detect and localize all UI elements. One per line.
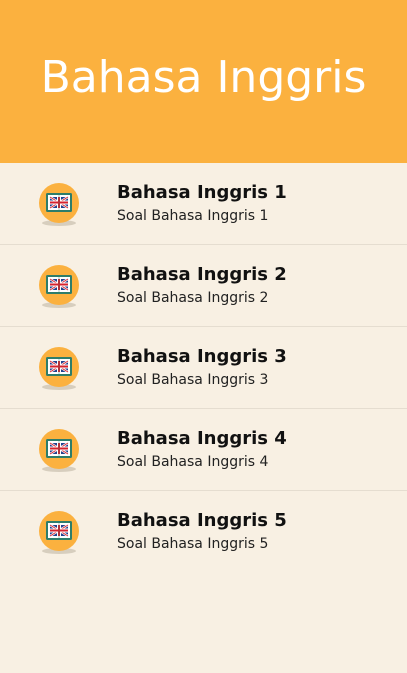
list-item-4[interactable]: Bahasa Inggris 4 Soal Bahasa Inggris 4 [0, 409, 407, 491]
item-subtitle: Soal Bahasa Inggris 3 [117, 372, 269, 388]
app-header: Bahasa Inggris [0, 0, 407, 163]
uk-book-icon [37, 346, 81, 390]
list-item-3[interactable]: Bahasa Inggris 3 Soal Bahasa Inggris 3 [0, 327, 407, 409]
item-subtitle: Soal Bahasa Inggris 2 [117, 290, 269, 306]
item-subtitle: Soal Bahasa Inggris 5 [117, 536, 269, 552]
list-item-1[interactable]: Bahasa Inggris 1 Soal Bahasa Inggris 1 [0, 163, 407, 245]
uk-book-icon [37, 182, 81, 226]
list-item-5[interactable]: Bahasa Inggris 5 Soal Bahasa Inggris 5 [0, 491, 407, 573]
item-text: Bahasa Inggris 4 Soal Bahasa Inggris 4 [117, 428, 287, 472]
item-title: Bahasa Inggris 5 [117, 510, 287, 531]
item-text: Bahasa Inggris 2 Soal Bahasa Inggris 2 [117, 264, 287, 308]
uk-book-icon [37, 510, 81, 554]
item-subtitle: Soal Bahasa Inggris 4 [117, 454, 269, 470]
uk-book-icon [37, 428, 81, 472]
item-text: Bahasa Inggris 3 Soal Bahasa Inggris 3 [117, 346, 287, 390]
item-text: Bahasa Inggris 5 Soal Bahasa Inggris 5 [117, 510, 287, 554]
item-title: Bahasa Inggris 4 [117, 428, 287, 449]
lesson-list: Bahasa Inggris 1 Soal Bahasa Inggris 1 B… [0, 163, 407, 573]
item-title: Bahasa Inggris 3 [117, 346, 287, 367]
item-subtitle: Soal Bahasa Inggris 1 [117, 208, 269, 224]
uk-book-icon [37, 264, 81, 308]
item-title: Bahasa Inggris 1 [117, 182, 287, 203]
list-item-2[interactable]: Bahasa Inggris 2 Soal Bahasa Inggris 2 [0, 245, 407, 327]
item-title: Bahasa Inggris 2 [117, 264, 287, 285]
page-title: Bahasa Inggris [40, 52, 367, 103]
item-text: Bahasa Inggris 1 Soal Bahasa Inggris 1 [117, 182, 287, 226]
